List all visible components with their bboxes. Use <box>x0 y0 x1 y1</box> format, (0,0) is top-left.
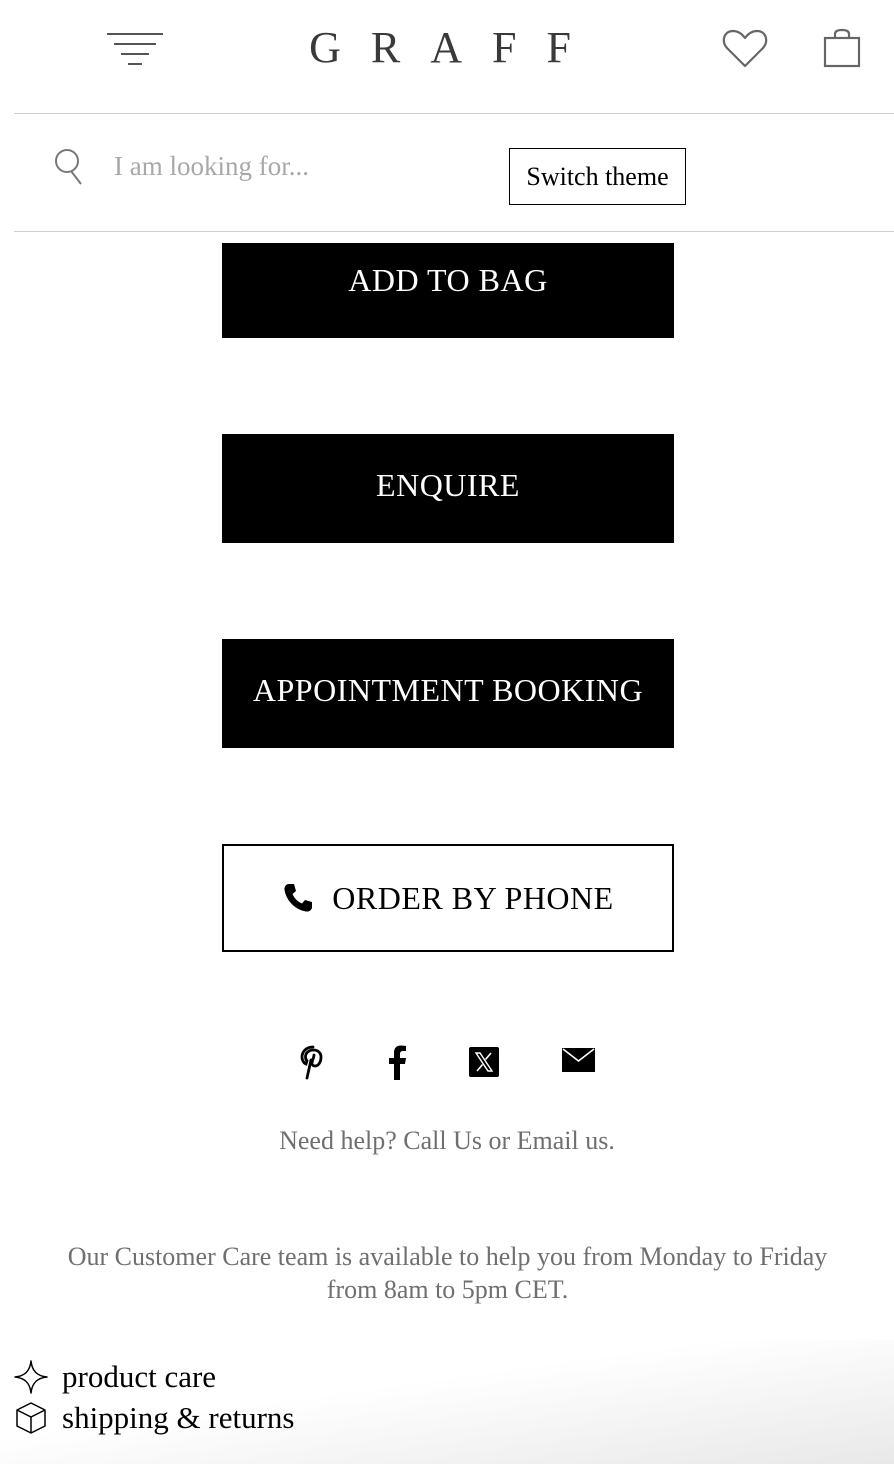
sparkle-icon <box>14 1360 48 1394</box>
site-header: GRAFF <box>14 0 894 114</box>
need-help-text: Need help? Call Us or Email us. <box>279 1126 615 1155</box>
box-icon <box>16 1402 46 1434</box>
order-by-phone-label: ORDER BY PHONE <box>332 879 614 916</box>
appointment-booking-button[interactable]: APPOINTMENT BOOKING <box>222 639 674 748</box>
page: GRAFF Switch theme ADD TO BAG ENQUIRE AP… <box>0 0 894 1464</box>
product-care-link[interactable]: product care <box>14 1359 216 1395</box>
social-share-row <box>0 1040 894 1084</box>
heart-icon[interactable] <box>722 28 768 70</box>
pinterest-icon[interactable] <box>300 1044 328 1080</box>
search-input[interactable] <box>114 144 494 188</box>
email-icon[interactable] <box>562 1048 595 1072</box>
product-care-label: product care <box>62 1359 217 1394</box>
search-icon <box>55 149 82 185</box>
switch-theme-button[interactable]: Switch theme <box>509 148 686 205</box>
search-bar: Switch theme <box>14 114 894 232</box>
add-to-bag-button[interactable]: ADD TO BAG <box>222 243 674 338</box>
order-by-phone-button[interactable]: ORDER BY PHONE <box>222 844 674 952</box>
enquire-button[interactable]: ENQUIRE <box>222 434 674 543</box>
shipping-returns-link[interactable]: shipping & returns <box>14 1400 295 1436</box>
x-icon[interactable] <box>469 1047 499 1077</box>
customer-care-text: Our Customer Care team is available to h… <box>67 1242 828 1304</box>
facebook-icon[interactable] <box>386 1044 408 1080</box>
shopping-bag-icon[interactable] <box>822 28 862 70</box>
phone-icon <box>284 884 313 912</box>
shipping-returns-label: shipping & returns <box>62 1400 295 1435</box>
